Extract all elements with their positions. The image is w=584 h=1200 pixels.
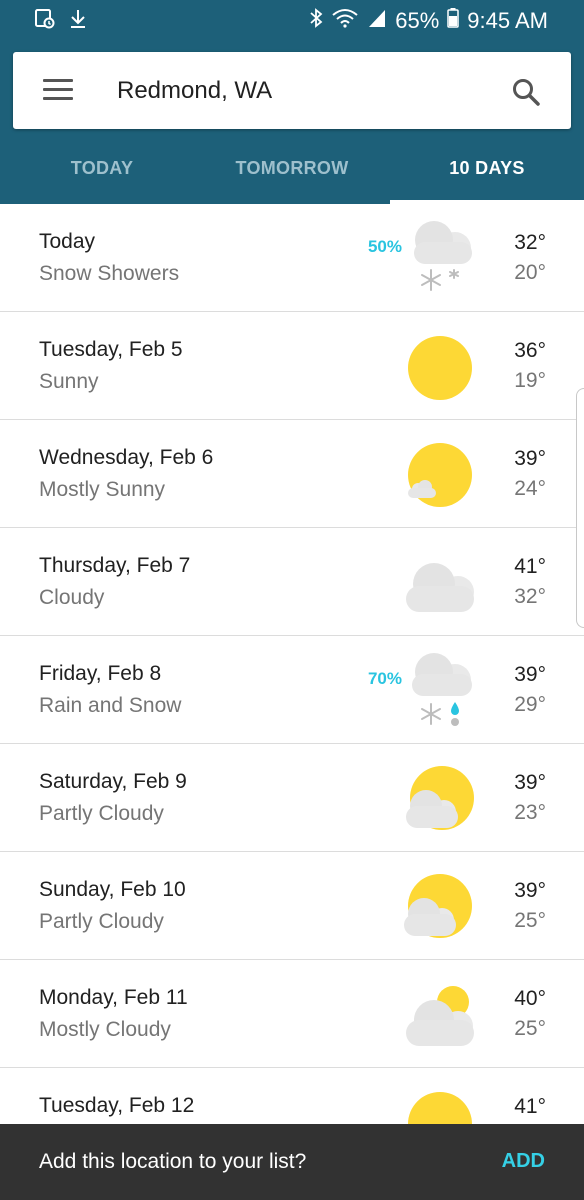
tab-10-days[interactable]: 10 DAYS bbox=[390, 130, 584, 204]
forecast-row[interactable]: Tuesday, Feb 5 Sunny 36° 19° bbox=[0, 312, 584, 420]
low-temp: 32° bbox=[514, 585, 546, 608]
high-temp: 41° bbox=[514, 555, 546, 578]
forecast-row[interactable]: Sunday, Feb 10 Partly Cloudy 39° 25° bbox=[0, 852, 584, 960]
high-temp: 32° bbox=[514, 231, 546, 254]
low-temp: 25° bbox=[514, 909, 546, 932]
sunny-icon bbox=[408, 336, 472, 400]
screenshot-icon bbox=[34, 8, 56, 35]
location-search-input[interactable] bbox=[117, 74, 477, 108]
search-icon[interactable] bbox=[510, 76, 542, 108]
condition-label: Mostly Cloudy bbox=[39, 1018, 171, 1041]
rain-and-snow-icon bbox=[412, 653, 472, 726]
wifi-icon bbox=[331, 7, 359, 35]
high-temp: 39° bbox=[514, 663, 546, 686]
low-temp: 29° bbox=[514, 693, 546, 716]
day-label: Saturday, Feb 9 bbox=[39, 770, 187, 793]
status-bar: 65% 9:45 AM bbox=[0, 0, 584, 40]
condition-label: Partly Cloudy bbox=[39, 910, 164, 933]
partly-cloudy-icon bbox=[404, 874, 472, 938]
app-header: 65% 9:45 AM TODAY TOMORROW 10 DAYS bbox=[0, 0, 584, 204]
low-temp: 25° bbox=[514, 1017, 546, 1040]
condition-label: Snow Showers bbox=[39, 262, 180, 285]
condition-label: Rain and Snow bbox=[39, 694, 182, 717]
condition-label: Cloudy bbox=[39, 586, 105, 609]
mostly-sunny-icon bbox=[408, 443, 472, 507]
high-temp: 39° bbox=[514, 771, 546, 794]
mostly-cloudy-icon bbox=[406, 986, 474, 1046]
scroll-handle[interactable] bbox=[576, 388, 584, 628]
day-label: Thursday, Feb 7 bbox=[39, 554, 191, 577]
battery-percent: 65% bbox=[395, 8, 440, 33]
forecast-row[interactable]: Friday, Feb 8 Rain and Snow 70% 39° 29° bbox=[0, 636, 584, 744]
high-temp: 41° bbox=[514, 1095, 546, 1118]
tab-today[interactable]: TODAY bbox=[0, 130, 204, 204]
low-temp: 23° bbox=[514, 801, 546, 824]
download-icon bbox=[68, 8, 88, 35]
battery-icon bbox=[447, 7, 460, 35]
condition-label: Sunny bbox=[39, 370, 99, 393]
low-temp: 20° bbox=[514, 261, 546, 284]
status-bar-right: 65% 9:45 AM bbox=[309, 7, 548, 35]
day-label: Sunday, Feb 10 bbox=[39, 878, 186, 901]
condition-label: Partly Cloudy bbox=[39, 802, 164, 825]
forecast-list[interactable]: Today Snow Showers 50% 32° 20° Tuesday, … bbox=[0, 204, 584, 1124]
high-temp: 36° bbox=[514, 339, 546, 362]
snow-showers-icon bbox=[414, 221, 472, 291]
low-temp: 24° bbox=[514, 477, 546, 500]
forecast-tabs: TODAY TOMORROW 10 DAYS bbox=[0, 130, 584, 204]
search-bar bbox=[13, 52, 571, 129]
forecast-row[interactable]: Wednesday, Feb 6 Mostly Sunny 39° 24° bbox=[0, 420, 584, 528]
day-label: Today bbox=[39, 230, 96, 253]
precip-chance: 70% bbox=[367, 669, 402, 688]
signal-icon bbox=[367, 7, 387, 35]
precip-chance: 50% bbox=[367, 237, 402, 256]
status-bar-left bbox=[34, 8, 88, 35]
forecast-row[interactable]: Today Snow Showers 50% 32° 20° bbox=[0, 204, 584, 312]
day-label: Friday, Feb 8 bbox=[39, 662, 162, 685]
low-temp: 19° bbox=[514, 369, 546, 392]
snackbar-message: Add this location to your list? bbox=[39, 1150, 307, 1173]
day-label: Tuesday, Feb 12 bbox=[39, 1094, 195, 1117]
sunny-icon bbox=[408, 1092, 472, 1124]
tab-tomorrow[interactable]: TOMORROW bbox=[194, 130, 390, 204]
high-temp: 40° bbox=[514, 987, 546, 1010]
forecast-row[interactable]: Monday, Feb 11 Mostly Cloudy 40° 25° bbox=[0, 960, 584, 1068]
bluetooth-icon bbox=[309, 7, 323, 35]
clock: 9:45 AM bbox=[467, 8, 548, 33]
cloudy-icon bbox=[406, 563, 474, 612]
forecast-row[interactable]: Tuesday, Feb 12 41° bbox=[0, 1068, 584, 1124]
condition-label: Mostly Sunny bbox=[39, 478, 166, 501]
hamburger-menu-icon[interactable] bbox=[43, 79, 73, 101]
day-label: Wednesday, Feb 6 bbox=[39, 446, 214, 469]
add-button[interactable]: ADD bbox=[502, 1150, 545, 1173]
high-temp: 39° bbox=[514, 447, 546, 470]
day-label: Monday, Feb 11 bbox=[39, 986, 188, 1009]
day-label: Tuesday, Feb 5 bbox=[39, 338, 183, 361]
partly-cloudy-icon bbox=[406, 766, 474, 830]
add-location-snackbar: Add this location to your list? ADD bbox=[0, 1124, 584, 1200]
forecast-row[interactable]: Saturday, Feb 9 Partly Cloudy 39° 23° bbox=[0, 744, 584, 852]
high-temp: 39° bbox=[514, 879, 546, 902]
forecast-row[interactable]: Thursday, Feb 7 Cloudy 41° 32° bbox=[0, 528, 584, 636]
